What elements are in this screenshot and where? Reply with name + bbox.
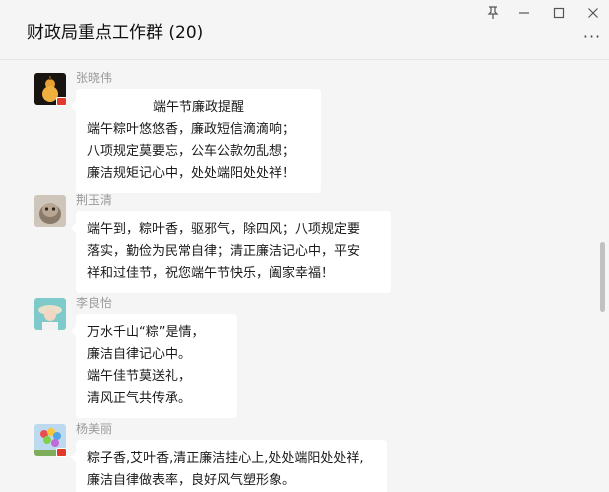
avatar[interactable] <box>34 195 66 227</box>
maximize-icon[interactable] <box>546 3 572 23</box>
more-icon[interactable]: ··· <box>582 27 602 46</box>
minimize-icon[interactable] <box>511 3 537 23</box>
flag-icon <box>56 97 67 106</box>
message-line: 清风正气共传承。 <box>87 391 192 406</box>
message-line: 落实，勤俭为民常自律；清正廉洁记心中，平安 <box>87 244 361 259</box>
message-line: 端午到，粽叶香，驱邪气，除四风；八项规定要 <box>87 222 361 237</box>
scrollbar[interactable] <box>600 242 605 312</box>
message-bubble[interactable]: 万水千山“粽”是情， 廉洁自律记心中。 端午佳节莫送礼， 清风正气共传承。 <box>71 314 237 418</box>
message-bubble[interactable]: 端午节廉政提醒 端午粽叶悠悠香，廉政短信滴滴响； 八项规定莫要忘，公车公款勿乱想… <box>71 89 321 193</box>
message-line: 廉洁自律做表率，良好风气塑形象。 <box>87 473 296 488</box>
sender-name: 杨美丽 <box>76 422 113 436</box>
sender-name: 荆玉清 <box>76 193 113 207</box>
pin-icon[interactable] <box>480 3 506 23</box>
message-bubble[interactable]: 端午到，粽叶香，驱邪气，除四风；八项规定要 落实，勤俭为民常自律；清正廉洁记心中… <box>71 211 391 293</box>
message-line: 端午粽叶悠悠香，廉政短信滴滴响； <box>87 122 296 137</box>
message-line: 廉洁自律记心中。 <box>87 347 192 362</box>
message-list[interactable]: 张晓伟 端午节廉政提醒 端午粽叶悠悠香，廉政短信滴滴响； 八项规定莫要忘，公车公… <box>0 60 609 492</box>
chat-title: 财政局重点工作群 (20) <box>27 23 204 43</box>
message-line: 祥和过佳节，祝您端午节快乐，阖家幸福！ <box>87 266 335 281</box>
flag-icon <box>56 448 67 457</box>
message-line: 廉洁规矩记心中，处处端阳处处祥！ <box>87 166 296 181</box>
title-bar: 财政局重点工作群 (20) ··· <box>0 0 609 60</box>
sender-name: 张晓伟 <box>76 71 113 85</box>
message-bubble[interactable]: 粽子香,艾叶香,清正廉洁挂心上,处处端阳处处祥, 廉洁自律做表率，良好风气塑形象… <box>71 440 387 492</box>
message-line: 粽子香,艾叶香,清正廉洁挂心上,处处端阳处处祥, <box>87 451 364 466</box>
message-line: 八项规定莫要忘，公车公款勿乱想； <box>87 144 296 159</box>
message-line: 端午佳节莫送礼， <box>87 369 192 384</box>
close-icon[interactable] <box>580 3 606 23</box>
chat-window: 财政局重点工作群 (20) ··· 张晓伟 端午节廉政提醒 端午粽叶悠悠香，廉政… <box>0 0 609 492</box>
message-line: 端午节廉政提醒 <box>152 100 244 115</box>
sender-name: 李良怡 <box>76 296 113 310</box>
message-line: 万水千山“粽”是情， <box>87 325 205 340</box>
avatar[interactable] <box>34 298 66 330</box>
